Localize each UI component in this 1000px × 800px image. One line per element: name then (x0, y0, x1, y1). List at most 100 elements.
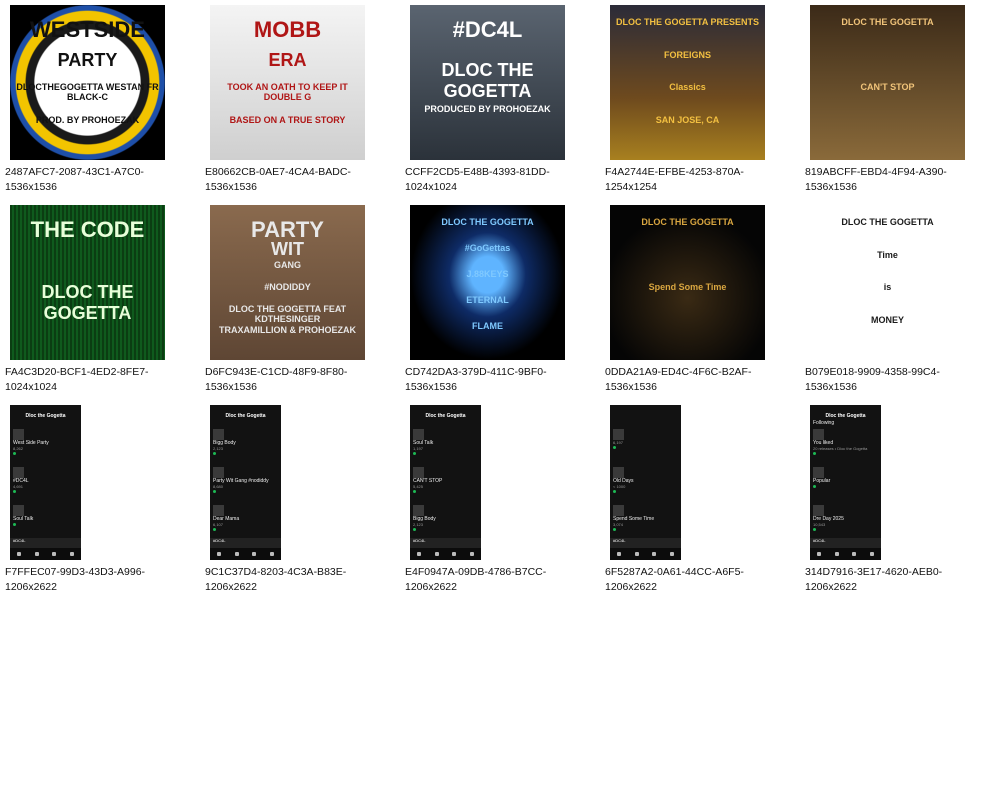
status-bar (813, 407, 878, 411)
track-row[interactable]: Old Days < 1000 (613, 467, 678, 495)
album-art: DLOC THE GOGETTA Time is MONEY (810, 205, 965, 360)
now-playing-bar[interactable]: #DC4L (810, 538, 881, 548)
file-tile[interactable]: #DC4L DLOC THE GOGETTA PRODUCED BY PROHOEZ… (405, 5, 585, 195)
library-icon[interactable] (852, 552, 857, 556)
track-row[interactable]: Spend Some Time 3,074 (613, 505, 678, 533)
file-tile[interactable]: DLOC THE GOGETTA Spend Some Time 0DDA21A9-… (605, 205, 785, 395)
file-name: E80662CB-0AE7-4CA4-BADC- (205, 166, 351, 178)
file-tile[interactable]: DLOC THE GOGETTA CAN'T STOP 819ABCFF-EBD4-… (805, 5, 985, 195)
track-row[interactable]: Soul Talk (13, 505, 78, 528)
track-row[interactable]: Bigg Body 2,123 (413, 505, 478, 533)
create-icon[interactable] (70, 552, 75, 556)
create-icon[interactable] (270, 552, 275, 556)
album-art-text: FLAME (472, 321, 503, 331)
file-dimensions: 1536x1536 (205, 181, 257, 193)
file-caption: 819ABCFF-EBD4-4F94-A390- 1536x1536 (805, 165, 985, 195)
library-icon[interactable] (52, 552, 57, 556)
track-plays: 4,691 (13, 484, 24, 489)
file-tile[interactable]: Dloc the Gogetta West Side Party 8,262 #DC4… (5, 405, 185, 595)
file-name: 9C1C37D4-8203-4C3A-B83E- (205, 566, 347, 578)
track-row[interactable]: Party Wit Gang #nodiddy 8,680 (213, 467, 278, 495)
file-tile[interactable]: Dloc the Gogetta Bigg Body 2,123 Party Wit … (205, 405, 385, 595)
home-icon[interactable] (216, 552, 221, 556)
status-bar (413, 407, 478, 411)
downloaded-icon (213, 528, 216, 531)
album-art-text: J.88KEYS (466, 269, 509, 279)
search-icon[interactable] (34, 552, 39, 556)
album-thumbnail[interactable]: #DC4L DLOC THE GOGETTA PRODUCED BY PROHOEZ… (410, 5, 565, 160)
search-icon[interactable] (834, 552, 839, 556)
album-thumbnail[interactable]: DLOC THE GOGETTA Time is MONEY (810, 205, 965, 360)
file-name: D6FC943E-C1CD-48F9-8F80- (205, 366, 348, 378)
search-icon[interactable] (434, 552, 439, 556)
track-row[interactable]: Bigg Body 2,123 (213, 429, 278, 457)
home-icon[interactable] (16, 552, 21, 556)
album-thumbnail[interactable]: MOBB ERA TOOK AN OATH TO KEEP IT DOUBLE G B… (210, 5, 365, 160)
track-artwork (813, 467, 824, 478)
file-tile[interactable]: PARTY WIT GANG #NODIDDY DLOC THE GOGETTA FEA… (205, 205, 385, 395)
home-icon[interactable] (616, 552, 621, 556)
now-playing-bar[interactable]: #DC4L (410, 538, 481, 548)
phone-screenshot-thumbnail[interactable]: Dloc the Gogetta Soul Talk 1,197 CAN'T STOP… (410, 405, 481, 560)
phone-screenshot-thumbnail[interactable]: Dloc the Gogetta West Side Party 8,262 #DC4… (10, 405, 81, 560)
track-row[interactable]: Soul Talk 1,197 (413, 429, 478, 457)
track-row[interactable]: Dear Mama 6,107 (213, 505, 278, 533)
album-thumbnail[interactable]: DLOC THE GOGETTA CAN'T STOP (810, 5, 965, 160)
track-row[interactable]: 6,197 (613, 429, 678, 451)
now-playing-bar[interactable]: #DC4L (610, 538, 681, 548)
create-icon[interactable] (670, 552, 675, 556)
album-thumbnail[interactable]: THE CODE DLOC THE GOGETTA (10, 205, 165, 360)
phone-screenshot-thumbnail[interactable]: 6,197 Old Days < 1000 Spend Some Time 3,074 #… (610, 405, 681, 560)
album-thumbnail[interactable]: PARTY WIT GANG #NODIDDY DLOC THE GOGETTA FEA… (210, 205, 365, 360)
now-playing-bar[interactable]: #DC4L (10, 538, 81, 548)
search-icon[interactable] (234, 552, 239, 556)
track-row[interactable]: You liked 20 releases • Dloc the Gogetta (813, 429, 878, 457)
library-icon[interactable] (452, 552, 457, 556)
status-bar (13, 407, 78, 411)
file-tile[interactable]: WESTSIDE PARTY DLOCTHEGOGETTA WESTAN FR BL… (5, 5, 185, 195)
create-icon[interactable] (470, 552, 475, 556)
file-tile[interactable]: DLOC THE GOGETTA Time is MONEY B079E018-9909… (805, 205, 985, 395)
home-icon[interactable] (416, 552, 421, 556)
status-bar (213, 407, 278, 411)
library-icon[interactable] (252, 552, 257, 556)
album-thumbnail[interactable]: DLOC THE GOGETTA Spend Some Time (610, 205, 765, 360)
file-tile[interactable]: 6,197 Old Days < 1000 Spend Some Time 3,074 #… (605, 405, 785, 595)
file-tile[interactable]: THE CODE DLOC THE GOGETTA FA4C3D20-BCF1-4E… (5, 205, 185, 395)
file-tile[interactable]: DLOC THE GOGETTA #GoGettas J.88KEYS ETERNAL… (405, 205, 585, 395)
track-row[interactable]: Dre Day 2025 10,543 (813, 505, 878, 533)
library-icon[interactable] (652, 552, 657, 556)
album-art-text: DLOC THE GOGETTA (641, 217, 734, 227)
file-tile[interactable]: DLOC THE GOGETTA PRESENTS FOREIGNS Classic… (605, 5, 785, 195)
file-dimensions: 1536x1536 (605, 381, 657, 393)
file-name: CD742DA3-379D-411C-9BF0- (405, 366, 547, 378)
file-tile[interactable]: MOBB ERA TOOK AN OATH TO KEEP IT DOUBLE G B… (205, 5, 385, 195)
phone-screenshot-thumbnail[interactable]: Dloc the Gogetta Bigg Body 2,123 Party Wit … (210, 405, 281, 560)
album-art: DLOC THE GOGETTA PRESENTS FOREIGNS Classic… (610, 5, 765, 160)
track-row[interactable]: West Side Party 8,262 (13, 429, 78, 457)
file-tile[interactable]: Dloc the Gogetta Soul Talk 1,197 CAN'T STOP… (405, 405, 585, 595)
track-artwork (613, 505, 624, 516)
track-row[interactable]: #DC4L 4,691 (13, 467, 78, 495)
file-dimensions: 1024x1024 (405, 181, 457, 193)
album-thumbnail[interactable]: DLOC THE GOGETTA #GoGettas J.88KEYS ETERNAL… (410, 205, 565, 360)
screen-title: Dloc the Gogetta (25, 413, 66, 419)
album-art-text: THE CODE (30, 217, 145, 242)
track-artwork (613, 429, 624, 440)
album-art-text: CAN'T STOP (860, 82, 915, 92)
home-icon[interactable] (816, 552, 821, 556)
file-tile[interactable]: Dloc the Gogetta Following You liked 20 rel… (805, 405, 985, 595)
album-thumbnail[interactable]: DLOC THE GOGETTA PRESENTS FOREIGNS Classic… (610, 5, 765, 160)
file-name: F7FFEC07-99D3-43D3-A996- (5, 566, 146, 578)
file-caption: 6F5287A2-0A61-44CC-A6F5- 1206x2622 (605, 565, 785, 595)
track-row[interactable]: CAN'T STOP 5,425 (413, 467, 478, 495)
phone-screenshot-thumbnail[interactable]: Dloc the Gogetta Following You liked 20 rel… (810, 405, 881, 560)
now-playing-bar[interactable]: #DC4L (210, 538, 281, 548)
search-icon[interactable] (634, 552, 639, 556)
file-dimensions: 1206x2622 (205, 581, 257, 593)
album-art-text: #DC4L (452, 17, 523, 42)
file-caption: E80662CB-0AE7-4CA4-BADC- 1536x1536 (205, 165, 385, 195)
track-row[interactable]: Popular (813, 467, 878, 490)
album-thumbnail[interactable]: WESTSIDE PARTY DLOCTHEGOGETTA WESTAN FR BL… (10, 5, 165, 160)
create-icon[interactable] (870, 552, 875, 556)
